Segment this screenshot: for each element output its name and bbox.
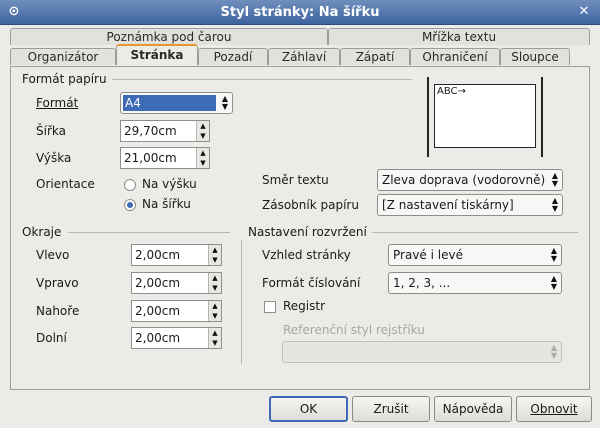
reset-button-label: Obnovit [530,402,578,416]
chevron-updown-icon: ▲ ▼ [551,171,559,188]
chevron-updown-icon: ▲ ▼ [221,94,229,111]
cancel-button[interactable]: Zrušit [352,396,430,422]
chevron-updown-icon: ▲ ▼ [550,274,558,291]
format-value: A4 [123,95,216,111]
margin-top-spinner[interactable]: 2,00cm ▲ ▼ [131,300,222,322]
numbering-format-value: 1, 2, 3, ... [393,276,451,290]
page-layout-value: Pravé i levé [393,248,463,262]
spin-arrows-icon[interactable]: ▲ ▼ [208,328,221,348]
margin-bottom-spinner[interactable]: 2,00cm ▲ ▼ [131,327,222,349]
tab-header[interactable]: Záhlaví [268,48,340,65]
tab-row-top: Poznámka pod čarou Mřížka textu [10,28,590,45]
tab-page[interactable]: Stránka [116,44,198,65]
register-checkbox[interactable] [264,301,276,313]
margin-left-value: 2,00cm [135,248,181,262]
reset-button[interactable]: Obnovit [516,396,592,422]
portrait-label[interactable]: Na výšku [142,177,197,191]
tab-footer[interactable]: Zápatí [340,48,410,65]
reference-style-select[interactable]: ▲ ▼ [282,341,562,363]
margin-top-value: 2,00cm [135,304,181,318]
spin-arrows-icon[interactable]: ▲ ▼ [208,273,221,293]
paper-tray-value: [Z nastavení tiskárny] [382,198,514,212]
margins-divider [68,232,230,233]
margin-bottom-label: Dolní [36,331,67,345]
width-label: Šířka [36,124,66,138]
paper-format-heading: Formát papíru [22,72,107,86]
tab-borders[interactable]: Ohraničení [410,48,500,65]
close-icon[interactable]: ✕ [576,4,592,20]
margin-right-label: Vpravo [36,276,79,290]
orientation-label: Orientace [36,177,95,191]
spin-arrows-icon[interactable]: ▲ ▼ [208,245,221,265]
help-button[interactable]: Nápověda [434,396,512,422]
window-menu-icon[interactable]: ⊙ [6,4,22,20]
chevron-updown-icon: ▲ ▼ [550,246,558,263]
page-layout-select[interactable]: Pravé i levé ▲ ▼ [388,244,562,266]
text-direction-value: Zleva doprava (vodorovně) [382,173,546,187]
paper-tray-select[interactable]: [Z nastavení tiskárny] ▲ ▼ [377,194,563,216]
portrait-radio[interactable] [124,179,136,191]
reference-style-label: Referenční styl rejstříku [283,323,425,337]
spin-arrows-icon[interactable]: ▲ ▼ [196,121,209,141]
numbering-format-label: Formát číslování [262,276,361,290]
margin-right-spinner[interactable]: 2,00cm ▲ ▼ [131,272,222,294]
tab-row-bottom: Organizátor Stránka Pozadí Záhlaví Zápat… [10,44,570,65]
tab-organizer[interactable]: Organizátor [10,48,116,65]
chevron-updown-icon: ▲ ▼ [550,343,558,360]
format-label: Formát [36,96,79,110]
ok-button[interactable]: OK [269,396,348,422]
height-label: Výška [36,151,72,165]
margins-heading: Okraje [22,225,62,239]
section-separator [241,240,242,364]
layout-heading: Nastavení rozvržení [248,225,367,239]
landscape-radio[interactable] [124,199,136,211]
tab-columns[interactable]: Sloupce [500,48,570,65]
title-bar: ⊙ Styl stránky: Na šířku ✕ [0,0,600,25]
chevron-updown-icon: ▲ ▼ [551,196,559,213]
page-preview: ABC→ [434,84,536,148]
paper-format-divider [112,79,412,80]
margin-right-value: 2,00cm [135,276,181,290]
format-select[interactable]: A4 ▲ ▼ [120,92,233,114]
width-value: 29,70cm [124,124,177,138]
tab-text-grid[interactable]: Mřížka textu [328,28,590,45]
window-title: Styl stránky: Na šířku [220,4,380,20]
tab-background[interactable]: Pozadí [198,48,268,65]
width-spinner[interactable]: 29,70cm ▲ ▼ [120,120,210,142]
text-direction-label: Směr textu [262,173,329,187]
height-value: 21,00cm [124,151,177,165]
margin-left-label: Vlevo [36,248,70,262]
height-spinner[interactable]: 21,00cm ▲ ▼ [120,147,210,169]
tab-footnote[interactable]: Poznámka pod čarou [10,28,328,45]
register-label[interactable]: Registr [283,299,325,313]
spin-arrows-icon[interactable]: ▲ ▼ [208,301,221,321]
page-layout-label: Vzhled stránky [262,248,351,262]
landscape-label[interactable]: Na šířku [142,197,191,211]
layout-divider [372,232,578,233]
margin-top-label: Nahoře [36,304,80,318]
spin-arrows-icon[interactable]: ▲ ▼ [196,148,209,168]
text-direction-select[interactable]: Zleva doprava (vodorovně) ▲ ▼ [377,169,563,191]
paper-tray-label: Zásobník papíru [262,198,359,212]
preview-text: ABC→ [437,86,466,97]
numbering-format-select[interactable]: 1, 2, 3, ... ▲ ▼ [388,272,562,294]
margin-bottom-value: 2,00cm [135,331,181,345]
margin-left-spinner[interactable]: 2,00cm ▲ ▼ [131,244,222,266]
